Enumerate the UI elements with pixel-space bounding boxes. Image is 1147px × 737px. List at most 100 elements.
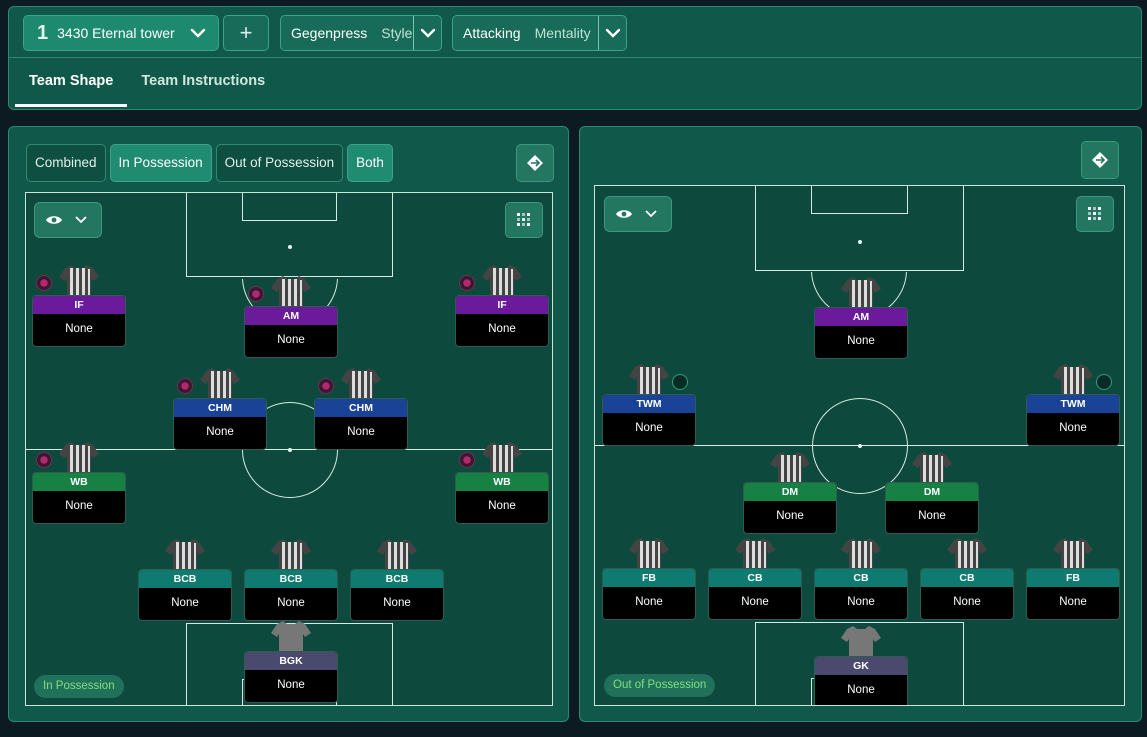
penalty-spot: [288, 245, 292, 249]
trait-icon: [177, 378, 193, 394]
player-slot-chm-right[interactable]: CHM None: [314, 366, 408, 452]
role-duty: None: [383, 597, 411, 609]
trait-icon: [672, 374, 688, 390]
player-slot-wb-left[interactable]: WB None: [32, 440, 126, 526]
mentality-select[interactable]: Attacking Mentality: [452, 15, 627, 51]
role-label: TWM: [1027, 395, 1119, 413]
trait-icon: [36, 452, 52, 468]
player-slot-bcb-right[interactable]: BCB None: [350, 537, 444, 623]
player-slot-cb-right[interactable]: CB None: [920, 536, 1014, 622]
swap-icon[interactable]: [1081, 141, 1119, 179]
header-divider: [9, 57, 1141, 58]
player-slot-bgk[interactable]: BGK None: [244, 619, 338, 705]
player-slot-fb-right[interactable]: FB None: [1026, 536, 1120, 622]
player-slot-chm-left[interactable]: CHM None: [173, 366, 267, 452]
shirt-icon: [770, 452, 810, 486]
player-slot-am[interactable]: AM None: [244, 274, 338, 360]
add-tactic-button[interactable]: +: [223, 15, 269, 51]
player-slot-am[interactable]: AM None: [814, 275, 908, 361]
filter-out-of-possession[interactable]: Out of Possession: [215, 144, 344, 182]
grid-view-icon[interactable]: [1076, 196, 1114, 232]
role-duty: None: [65, 323, 93, 335]
shirt-icon: [200, 368, 240, 402]
role-duty: None: [918, 510, 946, 522]
role-label: CB: [709, 569, 801, 587]
trait-icon: [1096, 374, 1112, 390]
role-duty: None: [277, 679, 305, 691]
player-slot-if-right[interactable]: IF None: [455, 263, 549, 349]
shirt-icon: [165, 539, 205, 573]
shirt-icon: [377, 539, 417, 573]
player-slot-if-left[interactable]: IF None: [32, 263, 126, 349]
player-slot-bcb-left[interactable]: BCB None: [138, 537, 232, 623]
role-label: CHM: [174, 399, 266, 417]
player-slot-twm-right[interactable]: TWM None: [1026, 362, 1120, 448]
role-label: BCB: [351, 570, 443, 588]
role-duty: None: [776, 510, 804, 522]
center-spot: [288, 448, 292, 452]
trait-icon: [36, 275, 52, 291]
shirt-icon: [482, 442, 522, 476]
filter-both[interactable]: Both: [347, 144, 393, 182]
style-label: Style: [381, 25, 413, 41]
role-duty: None: [635, 422, 663, 434]
grid-view-icon[interactable]: [505, 202, 543, 238]
filter-in-possession[interactable]: In Possession: [109, 144, 212, 182]
shirt-icon: [482, 265, 522, 299]
role-duty: None: [347, 426, 375, 438]
player-slot-dm-left[interactable]: DM None: [743, 450, 837, 536]
role-label: AM: [815, 308, 907, 326]
tactic-select[interactable]: 1 3430 Eternal tower: [23, 15, 219, 51]
tab-team-shape[interactable]: Team Shape: [15, 59, 128, 107]
out-of-possession-panel: AM None TWM None TWM None DM None DM None FB N…: [579, 126, 1142, 722]
role-duty: None: [847, 335, 875, 347]
player-slot-fb-left[interactable]: FB None: [602, 536, 696, 622]
pitch-in-possession: IF None AM None IF None CHM None CHM None WB N…: [25, 192, 553, 706]
role-duty: None: [65, 500, 93, 512]
chevron-down-icon: [645, 210, 657, 218]
shirt-icon: [912, 452, 952, 486]
role-duty: None: [741, 596, 769, 608]
role-duty: None: [171, 597, 199, 609]
player-slot-twm-left[interactable]: TWM None: [602, 362, 696, 448]
role-duty: None: [277, 597, 305, 609]
role-label: CB: [921, 569, 1013, 587]
trait-icon: [459, 452, 475, 468]
player-slot-cb-center[interactable]: CB None: [814, 536, 908, 622]
view-toggle-button[interactable]: [34, 202, 102, 238]
role-duty: None: [847, 596, 875, 608]
role-duty: None: [847, 684, 875, 696]
shirt-icon: [341, 368, 381, 402]
chevron-down-icon: [75, 216, 87, 224]
style-select[interactable]: Gegenpress Style: [280, 15, 442, 51]
mentality-value: Attacking: [463, 25, 521, 41]
shirt-icon: [1053, 538, 1093, 572]
goal-area-top: [242, 193, 337, 221]
shirt-icon: [629, 538, 669, 572]
filter-combined[interactable]: Combined: [26, 144, 106, 182]
tactics-header: 1 3430 Eternal tower + Gegenpress Style …: [8, 6, 1142, 110]
shirt-icon: [735, 538, 775, 572]
player-slot-dm-right[interactable]: DM None: [885, 450, 979, 536]
player-slot-gk[interactable]: GK None: [814, 624, 908, 705]
pitch-out-of-possession: AM None TWM None TWM None DM None DM None FB N…: [594, 185, 1125, 706]
role-duty: None: [1059, 596, 1087, 608]
role-duty: None: [206, 426, 234, 438]
shirt-icon: [841, 277, 881, 311]
role-label: BCB: [245, 570, 337, 588]
player-slot-wb-right[interactable]: WB None: [455, 440, 549, 526]
shirt-icon: [59, 442, 99, 476]
player-slot-cb-left[interactable]: CB None: [708, 536, 802, 622]
swap-icon[interactable]: [516, 144, 554, 182]
role-duty: None: [488, 323, 516, 335]
role-label: IF: [33, 296, 125, 314]
role-label: DM: [886, 483, 978, 501]
view-toggle-button[interactable]: [604, 196, 672, 232]
tab-bar: Team Shape Team Instructions: [15, 59, 279, 107]
player-slot-bcb-center[interactable]: BCB None: [244, 537, 338, 623]
trait-icon: [318, 378, 334, 394]
eye-icon: [46, 216, 62, 224]
role-label: WB: [33, 473, 125, 491]
role-label: CHM: [315, 399, 407, 417]
tab-team-instructions[interactable]: Team Instructions: [127, 59, 279, 107]
